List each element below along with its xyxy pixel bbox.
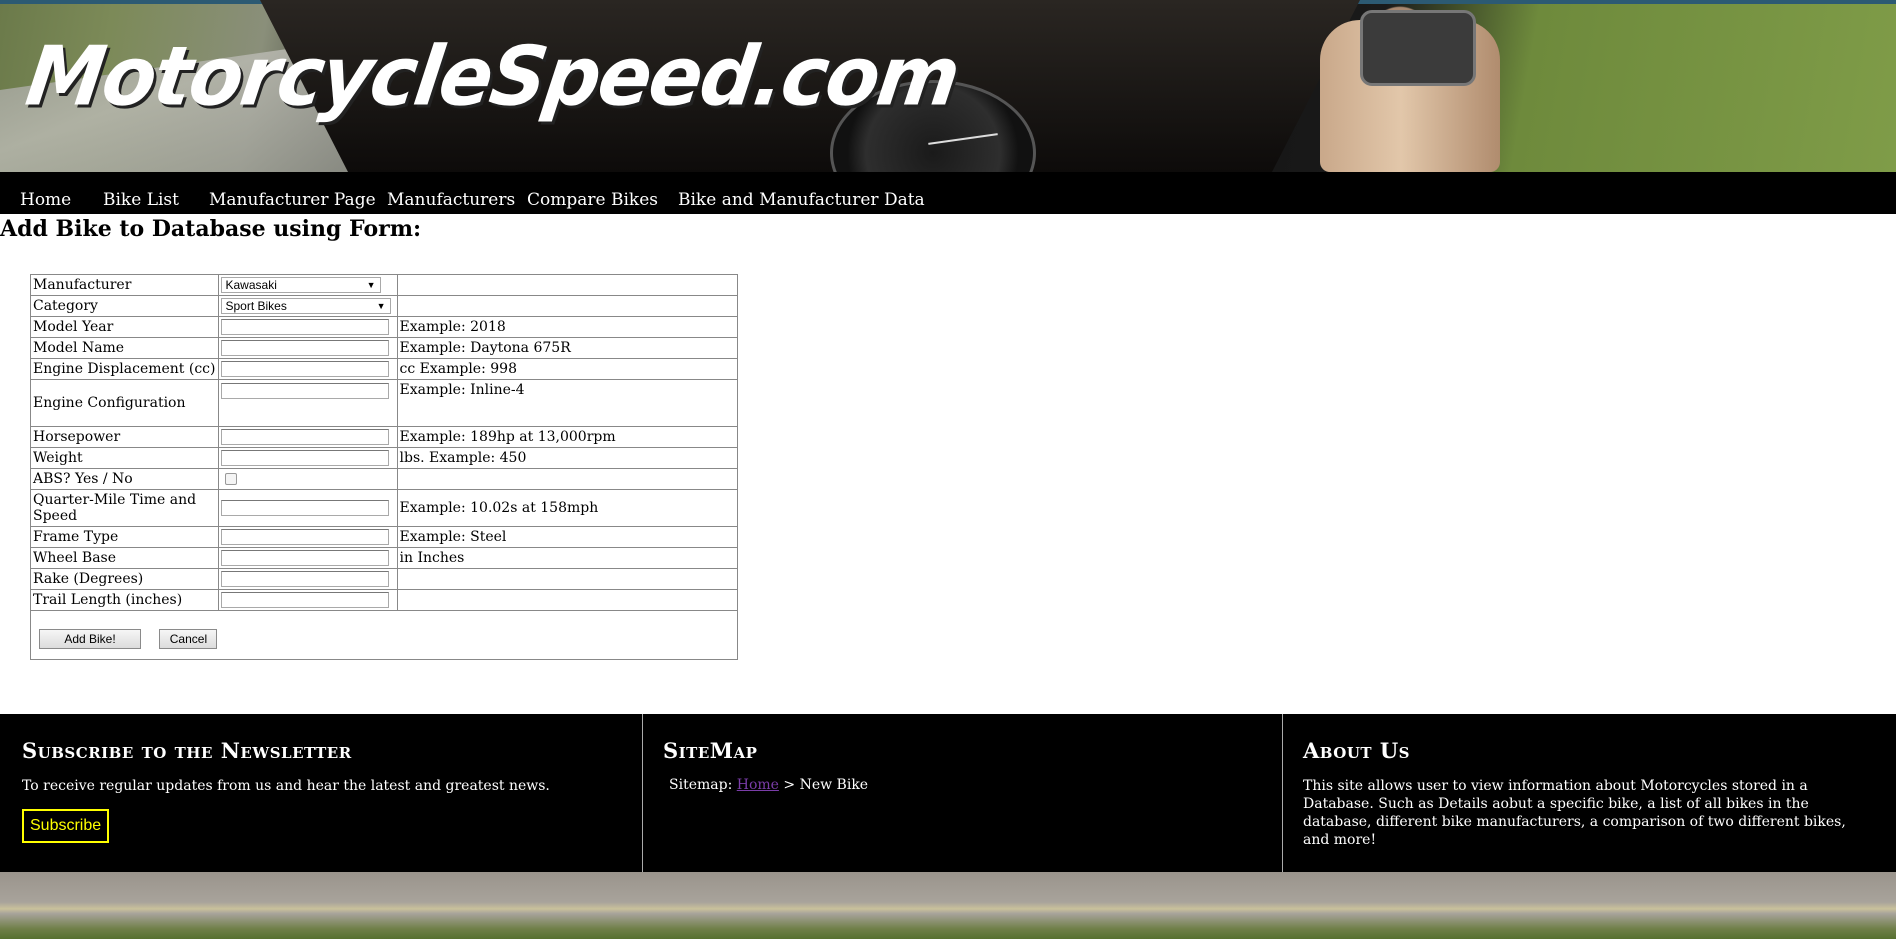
model-year-input[interactable]: [220, 319, 389, 335]
footer: Subscribe to the Newsletter To receive r…: [0, 714, 1896, 872]
engine-configuration-input[interactable]: [220, 383, 389, 399]
dropdown-arrow-icon: ▼: [376, 301, 386, 311]
manufacturer-selected: Kawasaki: [225, 278, 277, 292]
category-selected: Sport Bikes: [225, 299, 287, 313]
frame-type-note: Example: Steel: [396, 526, 738, 548]
manufacturer-label: Manufacturer: [30, 274, 219, 296]
nav-home[interactable]: Home: [20, 190, 71, 210]
model-year-note: Example: 2018: [396, 316, 738, 338]
abs-label: ABS? Yes / No: [30, 468, 219, 490]
engine-configuration-label: Engine Configuration: [30, 379, 219, 427]
newsletter-title: Subscribe to the Newsletter: [22, 738, 352, 763]
quarter-mile-label: Quarter-Mile Time and Speed: [30, 489, 219, 527]
page-title: Add Bike to Database using Form:: [0, 216, 422, 242]
nav-bike-list[interactable]: Bike List: [103, 190, 179, 210]
frame-type-input[interactable]: [220, 529, 389, 545]
add-bike-form: Manufacturer Kawasaki ▼ Category Sport Bi…: [30, 274, 738, 660]
horsepower-label: Horsepower: [30, 426, 219, 448]
breadcrumb: Sitemap: Home > New Bike: [669, 777, 1260, 793]
nav-manufacturers[interactable]: Manufacturers: [387, 190, 515, 210]
about-section: About Us This site allows user to view i…: [1282, 714, 1896, 872]
category-label: Category: [30, 295, 219, 317]
sitemap-current: New Bike: [799, 777, 869, 793]
engine-configuration-note: Example: Inline-4: [396, 379, 738, 427]
background-road-image: [0, 872, 1896, 939]
engine-displacement-note: cc Example: 998: [396, 358, 738, 380]
frame-type-label: Frame Type: [30, 526, 219, 548]
engine-displacement-label: Engine Displacement (cc): [30, 358, 219, 380]
nav-bike-manufacturer-data[interactable]: Bike and Manufacturer Data: [678, 190, 925, 210]
sitemap-separator: >: [783, 777, 796, 793]
about-title: About Us: [1303, 738, 1411, 763]
engine-displacement-input[interactable]: [220, 361, 389, 377]
rake-input[interactable]: [220, 571, 389, 587]
model-year-label: Model Year: [30, 316, 219, 338]
nav-compare-bikes[interactable]: Compare Bikes: [527, 190, 658, 210]
cancel-button[interactable]: Cancel: [159, 629, 218, 649]
banner-reservoir-image: [1320, 10, 1500, 172]
site-logo[interactable]: MotorcycleSpeed.com: [21, 30, 964, 124]
abs-checkbox[interactable]: [224, 473, 237, 485]
main-nav: Home Bike List Manufacturer Page Manufac…: [0, 172, 1896, 214]
category-select[interactable]: Sport Bikes ▼: [220, 298, 391, 314]
horsepower-input[interactable]: [220, 429, 389, 445]
wheel-base-label: Wheel Base: [30, 547, 219, 569]
trail-length-input[interactable]: [220, 592, 389, 608]
wheel-base-input[interactable]: [220, 550, 389, 566]
trail-length-label: Trail Length (inches): [30, 589, 219, 611]
quarter-mile-input[interactable]: [220, 500, 389, 516]
sitemap-home-link[interactable]: Home: [737, 777, 779, 793]
dropdown-arrow-icon: ▼: [366, 280, 376, 290]
weight-input[interactable]: [220, 450, 389, 466]
about-text: This site allows user to view informatio…: [1303, 778, 1846, 848]
weight-note: lbs. Example: 450: [396, 447, 738, 469]
add-bike-button[interactable]: Add Bike!: [39, 629, 141, 649]
newsletter-section: Subscribe to the Newsletter To receive r…: [2, 714, 640, 872]
model-name-input[interactable]: [220, 340, 389, 356]
sitemap-prefix: Sitemap:: [669, 777, 733, 793]
wheel-base-note: in Inches: [396, 547, 738, 569]
subscribe-button[interactable]: Subscribe: [22, 809, 110, 843]
manufacturer-select[interactable]: Kawasaki ▼: [220, 277, 381, 293]
rake-label: Rake (Degrees): [30, 568, 219, 590]
weight-label: Weight: [30, 447, 219, 469]
sitemap-title: SiteMap: [663, 738, 758, 763]
nav-manufacturer-page[interactable]: Manufacturer Page: [209, 190, 376, 210]
model-name-note: Example: Daytona 675R: [396, 337, 738, 359]
model-name-label: Model Name: [30, 337, 219, 359]
sitemap-section: SiteMap Sitemap: Home > New Bike: [642, 714, 1280, 872]
header-banner: MotorcycleSpeed.com: [0, 0, 1896, 172]
newsletter-text: To receive regular updates from us and h…: [22, 778, 550, 794]
horsepower-note: Example: 189hp at 13,000rpm: [396, 426, 738, 448]
quarter-mile-note: Example: 10.02s at 158mph: [396, 489, 738, 527]
